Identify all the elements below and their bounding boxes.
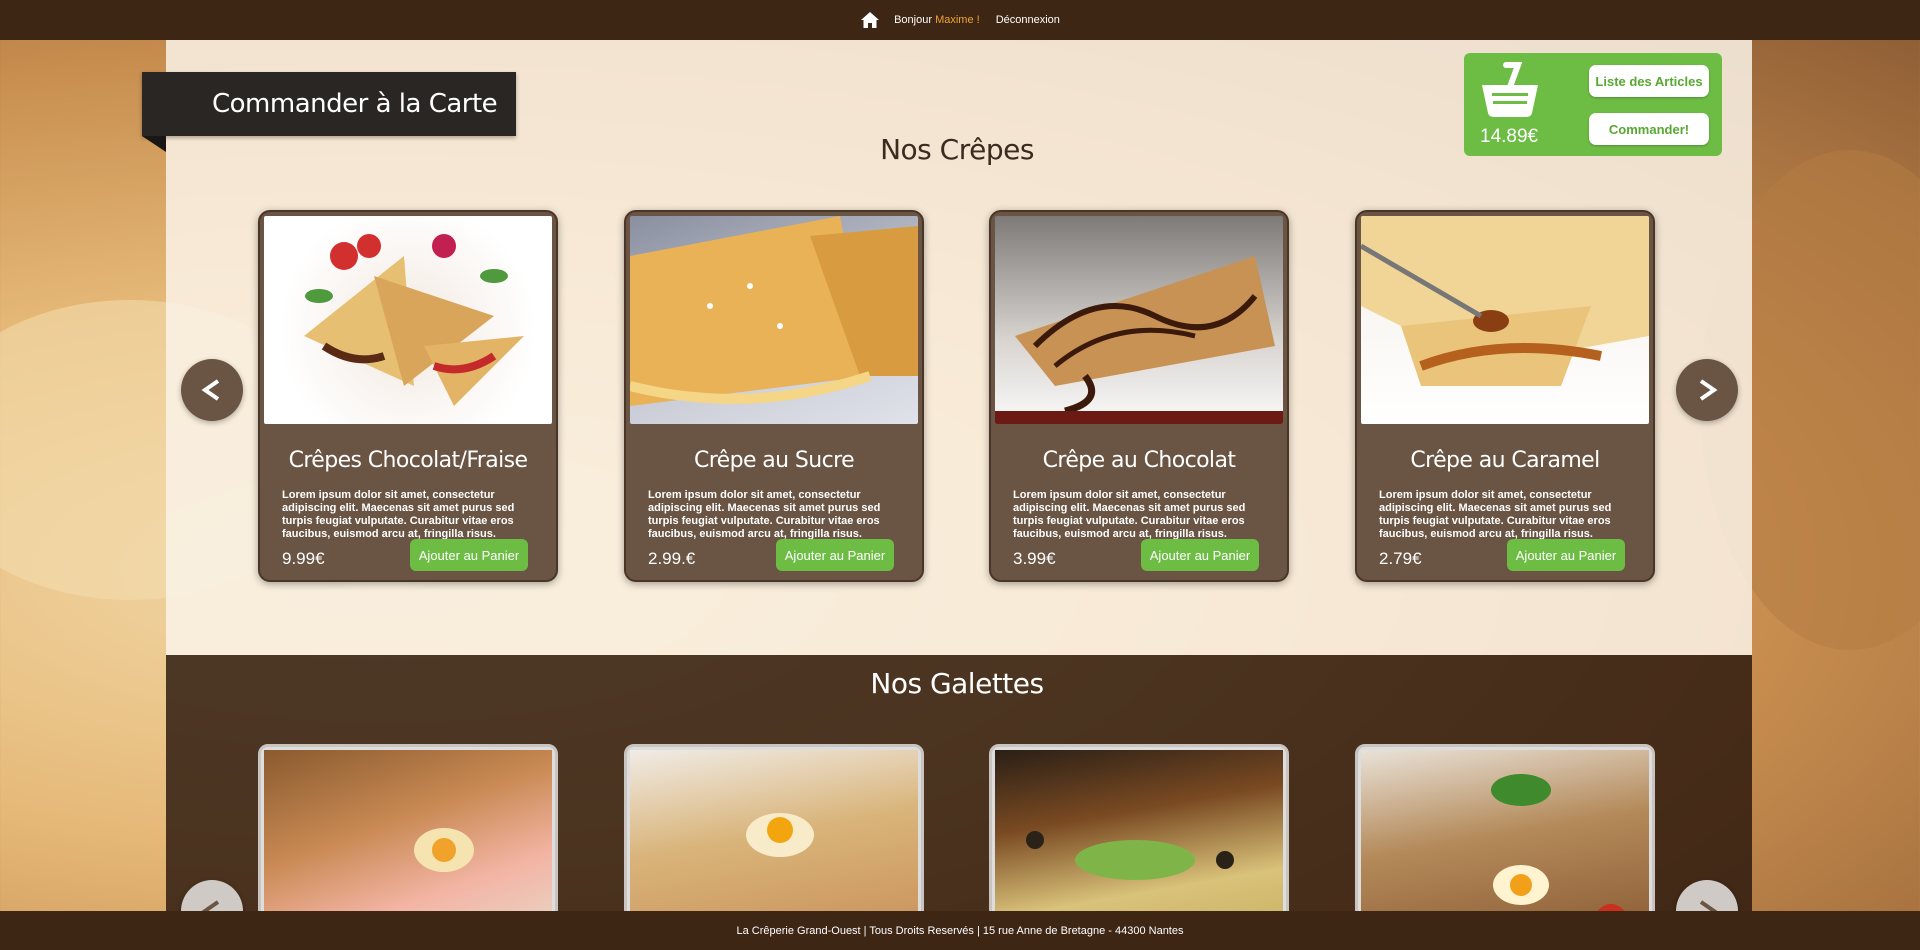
basket-icon[interactable] bbox=[1478, 61, 1542, 121]
crepe-photo bbox=[264, 216, 552, 424]
cart-widget: 14.89€ Liste des Articles Commander! bbox=[1464, 53, 1722, 156]
footer-text: La Crêperie Grand-Ouest | Tous Droits Re… bbox=[736, 924, 1184, 937]
product-card: Crêpes Chocolat/Fraise Lorem ipsum dolor… bbox=[258, 210, 558, 582]
footer: La Crêperie Grand-Ouest | Tous Droits Re… bbox=[0, 911, 1920, 950]
page-title: Commander à la Carte bbox=[142, 72, 516, 136]
product-price: 9.99€ bbox=[282, 549, 325, 568]
product-name: Crêpes Chocolat/Fraise bbox=[288, 448, 528, 473]
add-to-cart-button[interactable]: Ajouter au Panier bbox=[410, 539, 528, 571]
product-price: 3.99€ bbox=[1013, 549, 1056, 568]
product-price: 2.79€ bbox=[1379, 549, 1422, 568]
crepe-photo bbox=[995, 216, 1283, 424]
add-to-cart-button[interactable]: Ajouter au Panier bbox=[776, 539, 894, 571]
chevron-left-icon bbox=[201, 379, 220, 401]
greeting-text: Bonjour Maxime ! bbox=[894, 14, 980, 26]
chevron-right-icon bbox=[1699, 379, 1718, 401]
product-card: Crêpe au Chocolat Lorem ipsum dolor sit … bbox=[989, 210, 1289, 582]
top-bar: Bonjour Maxime ! Déconnexion bbox=[0, 0, 1920, 40]
logout-link[interactable]: Déconnexion bbox=[996, 14, 1060, 26]
product-card: Crêpe au Sucre Lorem ipsum dolor sit ame… bbox=[624, 210, 924, 582]
home-icon[interactable] bbox=[860, 10, 880, 30]
product-card: Crêpe au Caramel Lorem ipsum dolor sit a… bbox=[1355, 210, 1655, 582]
carousel-next-button[interactable] bbox=[1676, 359, 1738, 421]
product-description: Lorem ipsum dolor sit amet, consectetur … bbox=[1013, 489, 1246, 540]
cart-total: 14.89€ bbox=[1480, 126, 1539, 147]
greeting-exclamation: ! bbox=[976, 14, 980, 26]
carousel-prev-button[interactable] bbox=[181, 359, 243, 421]
add-to-cart-button[interactable]: Ajouter au Panier bbox=[1141, 539, 1259, 571]
product-name: Crêpe au Caramel bbox=[1410, 448, 1600, 473]
product-description: Lorem ipsum dolor sit amet, consectetur … bbox=[648, 489, 881, 540]
article-list-button[interactable]: Liste des Articles bbox=[1589, 65, 1709, 97]
product-price: 2.99.€ bbox=[648, 549, 696, 568]
product-description: Lorem ipsum dolor sit amet, consectetur … bbox=[282, 489, 515, 540]
order-button[interactable]: Commander! bbox=[1589, 113, 1709, 145]
crepe-photo bbox=[1361, 216, 1649, 424]
crepes-title: Nos Crêpes bbox=[880, 133, 1034, 166]
galettes-title: Nos Galettes bbox=[870, 667, 1044, 700]
user-name: Maxime bbox=[935, 14, 974, 26]
product-description: Lorem ipsum dolor sit amet, consectetur … bbox=[1379, 489, 1612, 540]
product-name: Crêpe au Chocolat bbox=[1042, 448, 1236, 473]
ribbon-fold bbox=[142, 136, 166, 152]
crepe-photo bbox=[630, 216, 918, 424]
add-to-cart-button[interactable]: Ajouter au Panier bbox=[1507, 539, 1625, 571]
product-name: Crêpe au Sucre bbox=[693, 448, 855, 473]
